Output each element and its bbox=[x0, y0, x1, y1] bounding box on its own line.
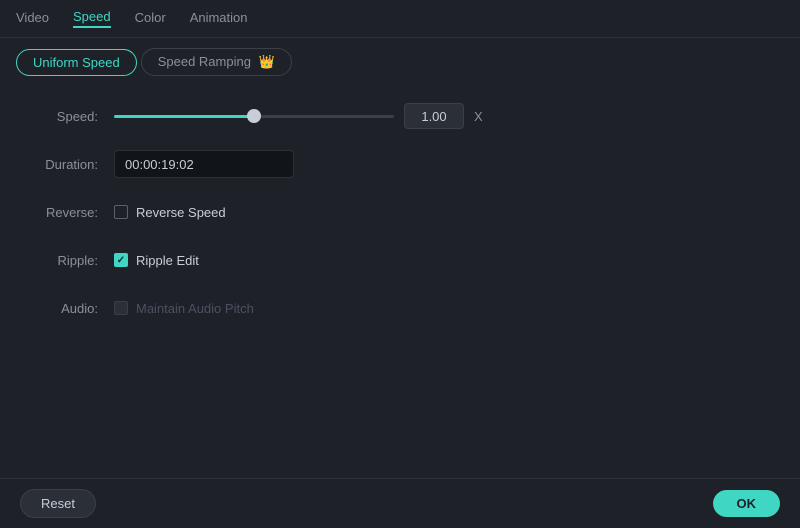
speed-slider-track[interactable] bbox=[114, 115, 394, 118]
audio-label: Audio: bbox=[24, 301, 114, 316]
subtab-speed-ramping-label: Speed Ramping bbox=[158, 54, 251, 69]
subtab-uniform-speed[interactable]: Uniform Speed bbox=[16, 49, 137, 76]
ripple-checkbox[interactable] bbox=[114, 253, 128, 267]
tab-color[interactable]: Color bbox=[135, 10, 166, 27]
reverse-label: Reverse: bbox=[24, 205, 114, 220]
reset-button[interactable]: Reset bbox=[20, 489, 96, 518]
ripple-row: Ripple: Ripple Edit bbox=[24, 246, 776, 274]
speed-slider-fill bbox=[114, 115, 254, 118]
crown-icon: 👑 bbox=[259, 54, 275, 69]
reverse-checkbox[interactable] bbox=[114, 205, 128, 219]
duration-input[interactable] bbox=[114, 150, 294, 178]
reverse-row: Reverse: Reverse Speed bbox=[24, 198, 776, 226]
speed-label: Speed: bbox=[24, 109, 114, 124]
speed-x-label: X bbox=[474, 109, 483, 124]
audio-checkbox-label: Maintain Audio Pitch bbox=[114, 301, 254, 316]
reverse-checkbox-label[interactable]: Reverse Speed bbox=[114, 205, 226, 220]
speed-input[interactable] bbox=[404, 103, 464, 129]
audio-row: Audio: Maintain Audio Pitch bbox=[24, 294, 776, 322]
audio-checkbox[interactable] bbox=[114, 301, 128, 315]
ripple-check-text: Ripple Edit bbox=[136, 253, 199, 268]
subtab-speed-ramping[interactable]: Speed Ramping 👑 bbox=[141, 48, 292, 76]
tab-video[interactable]: Video bbox=[16, 10, 49, 27]
ripple-checkbox-label[interactable]: Ripple Edit bbox=[114, 253, 199, 268]
sub-tabs: Uniform Speed Speed Ramping 👑 bbox=[0, 38, 800, 86]
top-nav: Video Speed Color Animation bbox=[0, 0, 800, 38]
tab-speed[interactable]: Speed bbox=[73, 9, 111, 28]
ripple-label: Ripple: bbox=[24, 253, 114, 268]
ok-button[interactable]: OK bbox=[713, 490, 781, 517]
main-content: Speed: X Duration: Reverse: Reverse Spee… bbox=[0, 86, 800, 358]
speed-row: Speed: X bbox=[24, 102, 776, 130]
audio-check-text: Maintain Audio Pitch bbox=[136, 301, 254, 316]
tab-animation[interactable]: Animation bbox=[190, 10, 248, 27]
bottom-bar: Reset OK bbox=[0, 478, 800, 528]
duration-row: Duration: bbox=[24, 150, 776, 178]
reverse-check-text: Reverse Speed bbox=[136, 205, 226, 220]
speed-slider-container: X bbox=[114, 103, 776, 129]
duration-label: Duration: bbox=[24, 157, 114, 172]
speed-slider-thumb[interactable] bbox=[247, 109, 261, 123]
